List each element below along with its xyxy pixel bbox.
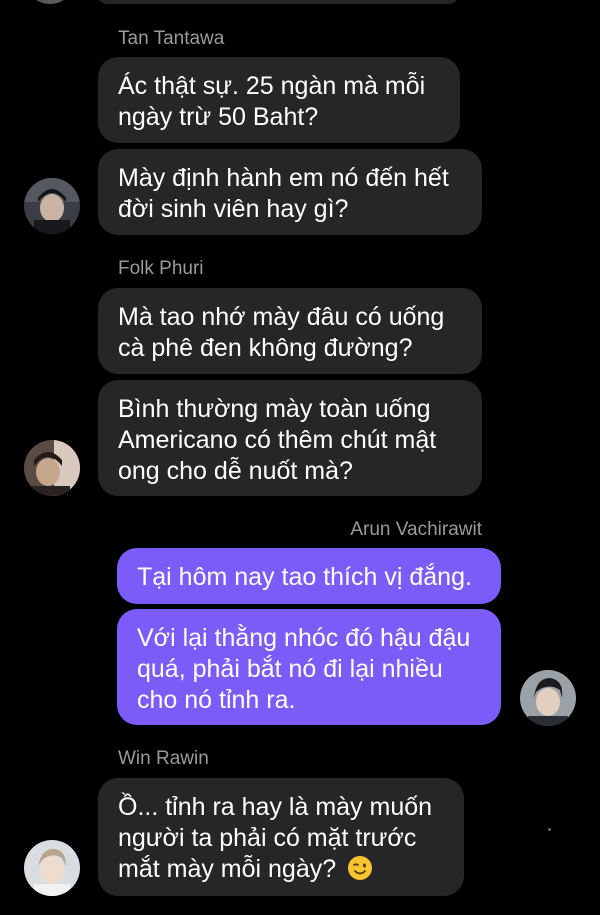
avatar-folk-phuri[interactable] (24, 440, 80, 496)
sender-name-arun-vachirawit: Arun Vachirawit (350, 519, 482, 540)
message-text: Bình thường mày toàn uống Americano có t… (118, 395, 437, 485)
avatar-tan-tantawa[interactable] (24, 178, 80, 234)
avatar-arun-vachirawit[interactable] (520, 670, 576, 726)
winking-face-emoji (347, 855, 373, 881)
message-text: Ác thật sự. 25 ngàn mà mỗi ngày trừ 50 B… (118, 72, 426, 131)
message-text: Mày định hành em nó đến hết đời sinh viê… (118, 164, 449, 223)
message-bubble[interactable]: Ác thật sự. 25 ngàn mà mỗi ngày trừ 50 B… (98, 57, 460, 143)
decorative-dot (548, 828, 551, 831)
message-text: Tại hôm nay tao thích vị đắng. (137, 563, 472, 591)
message-bubble[interactable]: Bình thường mày toàn uống Americano có t… (98, 380, 482, 496)
sender-name-win-rawin: Win Rawin (118, 748, 209, 769)
message-text: Với lại thằng nhóc đó hậu đậu quá, phải … (137, 624, 471, 714)
avatar-win-rawin[interactable] (24, 840, 80, 896)
message-bubble[interactable]: Mà tao nhớ mày đâu có uống cà phê đen kh… (98, 288, 482, 374)
previous-message-bubble (96, 0, 460, 4)
message-text: Ồ... tỉnh ra hay là mày muốn người ta ph… (118, 793, 433, 883)
message-bubble[interactable]: Mày định hành em nó đến hết đời sinh viê… (98, 149, 482, 235)
message-bubble[interactable]: Tại hôm nay tao thích vị đắng. (117, 548, 501, 604)
sender-name-folk-phuri: Folk Phuri (118, 258, 204, 279)
sender-name-tan-tantawa: Tan Tantawa (118, 28, 225, 49)
previous-avatar (30, 0, 70, 4)
message-bubble[interactable]: Với lại thằng nhóc đó hậu đậu quá, phải … (117, 609, 501, 725)
message-text: Mà tao nhớ mày đâu có uống cà phê đen kh… (118, 303, 445, 362)
message-bubble[interactable]: Ồ... tỉnh ra hay là mày muốn người ta ph… (98, 778, 464, 896)
